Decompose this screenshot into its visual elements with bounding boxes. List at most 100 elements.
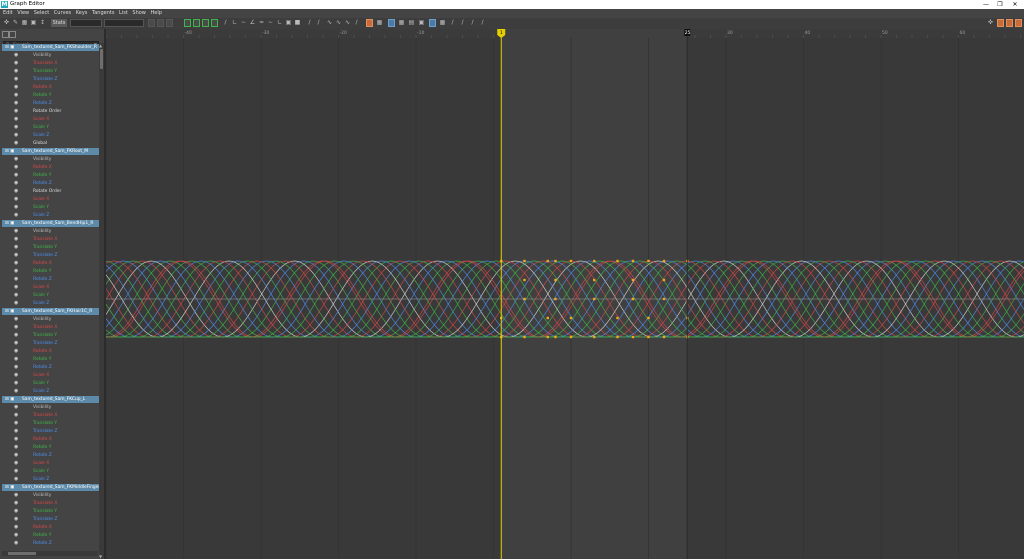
visibility-icon[interactable]: ◉: [14, 500, 18, 507]
outliner-object-row[interactable]: ⊟ ▣ Sam_textured_Sam_FKHair1C_R: [2, 308, 99, 315]
visibility-icon[interactable]: ◉: [14, 116, 18, 123]
outliner-attribute-row[interactable]: ◉ Scale Y: [2, 124, 99, 131]
outliner-attribute-row[interactable]: ◉ Rotate X: [2, 348, 99, 355]
outliner-hscrollbar[interactable]: [2, 551, 98, 556]
outliner-attribute-row[interactable]: ◉ Translate X: [2, 324, 99, 331]
restore-icon[interactable]: ❐: [993, 0, 1007, 9]
outliner-attribute-row[interactable]: ◉ Rotate X: [2, 84, 99, 91]
visibility-icon[interactable]: ◉: [14, 140, 18, 147]
visibility-icon[interactable]: ◉: [14, 124, 18, 131]
scroll-up-icon[interactable]: ▲: [99, 43, 102, 48]
visibility-icon[interactable]: ◉: [14, 388, 18, 395]
visibility-icon[interactable]: ◉: [14, 164, 18, 171]
visibility-icon[interactable]: ◉: [14, 244, 18, 251]
outliner-attribute-row[interactable]: ◉ Visibility: [2, 156, 99, 163]
outliner-attribute-row[interactable]: ◉ Scale X: [2, 196, 99, 203]
menu-help[interactable]: Help: [150, 9, 161, 18]
visibility-icon[interactable]: ◉: [14, 420, 18, 427]
region-tool-icon[interactable]: ▣: [30, 19, 37, 27]
outliner-attribute-row[interactable]: ◉ Rotate X: [2, 260, 99, 267]
visibility-icon[interactable]: ◉: [14, 268, 18, 275]
outliner-attribute-row[interactable]: ◉ Translate Y: [2, 244, 99, 251]
outliner-attribute-row[interactable]: ◉ Global: [2, 140, 99, 147]
visibility-icon[interactable]: ◉: [14, 532, 18, 539]
hscrollbar-thumb[interactable]: [8, 552, 36, 555]
outliner-attribute-row[interactable]: ◉ Translate Z: [2, 252, 99, 259]
visibility-icon[interactable]: ◉: [14, 108, 18, 115]
outliner-attribute-row[interactable]: ◉ Scale Z: [2, 212, 99, 219]
outliner-attribute-row[interactable]: ◉ Translate Y: [2, 420, 99, 427]
visibility-icon[interactable]: ◉: [14, 228, 18, 235]
flat-tangent-icon[interactable]: ∕: [222, 19, 229, 27]
outliner-attribute-row[interactable]: ◉ Scale X: [2, 372, 99, 379]
scroll-down-icon[interactable]: ▼: [99, 554, 102, 559]
visibility-icon[interactable]: ◉: [14, 340, 18, 347]
menu-curves[interactable]: Curves: [54, 9, 71, 18]
visibility-icon[interactable]: ◉: [14, 428, 18, 435]
outliner-attribute-row[interactable]: ◉ Rotate X: [2, 524, 99, 531]
visibility-icon[interactable]: ◉: [14, 348, 18, 355]
menu-keys[interactable]: Keys: [76, 9, 88, 18]
visibility-icon[interactable]: ◉: [14, 196, 18, 203]
lock-weight-icon[interactable]: ∟: [276, 19, 283, 27]
outliner-attribute-row[interactable]: ◉ Scale Y: [2, 380, 99, 387]
visibility-icon[interactable]: ◉: [14, 492, 18, 499]
expand-icon[interactable]: ⊟ ▣: [5, 220, 14, 227]
outliner-attribute-row[interactable]: ◉ Rotate Z: [2, 540, 99, 547]
visibility-icon[interactable]: ◉: [14, 180, 18, 187]
visibility-icon[interactable]: ◉: [14, 452, 18, 459]
visibility-icon[interactable]: ◉: [14, 372, 18, 379]
outliner-attribute-row[interactable]: ◉ Scale X: [2, 116, 99, 123]
linear-infinity-icon[interactable]: ∕: [353, 19, 360, 27]
normalize-icon[interactable]: ■: [294, 19, 301, 27]
plateau-tangent-icon[interactable]: ∼: [240, 19, 247, 27]
absolute-view-icon[interactable]: ▦: [398, 19, 405, 27]
expand-icon[interactable]: ⊟ ▣: [5, 396, 14, 403]
outliner-attribute-row[interactable]: ◉ Visibility: [2, 52, 99, 59]
outliner-object-row[interactable]: ⊟ ▣ Sam_textured_Sam_FKShoulder_R: [2, 44, 99, 51]
outliner-attribute-row[interactable]: ◉ Rotate Z: [2, 276, 99, 283]
outliner-attribute-row[interactable]: ◉ Translate Y: [2, 508, 99, 515]
visibility-icon[interactable]: ◉: [14, 316, 18, 323]
buffer-curve-icon[interactable]: [157, 19, 164, 27]
outliner-attribute-row[interactable]: ◉ Visibility: [2, 492, 99, 499]
clamped-tangent-icon[interactable]: [202, 19, 209, 27]
outliner-attribute-row[interactable]: ◉ Translate X: [2, 236, 99, 243]
outliner-attribute-row[interactable]: ◉ Rotate Y: [2, 268, 99, 275]
outliner-attribute-row[interactable]: ◉ Translate Z: [2, 516, 99, 523]
visibility-icon[interactable]: ◉: [14, 380, 18, 387]
visibility-icon[interactable]: ◉: [14, 68, 18, 75]
outliner-attribute-row[interactable]: ◉ Visibility: [2, 228, 99, 235]
graph-view[interactable]: -40-30-20-1010203040506070 251: [106, 29, 1024, 559]
close-icon[interactable]: ✕: [1008, 0, 1022, 9]
outliner-attribute-row[interactable]: ◉ Rotate Y: [2, 92, 99, 99]
outliner-attribute-row[interactable]: ◉ Scale Y: [2, 204, 99, 211]
outliner-attribute-row[interactable]: ◉ Translate X: [2, 412, 99, 419]
visibility-icon[interactable]: ◉: [14, 356, 18, 363]
load-selected-icon[interactable]: ▦: [376, 19, 383, 27]
outliner-attribute-row[interactable]: ◉ Rotate Order: [2, 108, 99, 115]
visibility-icon[interactable]: ◉: [14, 508, 18, 515]
visibility-icon[interactable]: ◉: [14, 364, 18, 371]
visibility-icon[interactable]: ◉: [14, 324, 18, 331]
visibility-icon[interactable]: ◉: [14, 212, 18, 219]
tangent-weight-icon[interactable]: ▣: [285, 19, 292, 27]
menu-show[interactable]: Show: [132, 9, 146, 18]
outliner-attribute-row[interactable]: ◉ Rotate Order: [2, 188, 99, 195]
pre-infinity-icon[interactable]: ∕: [306, 19, 313, 27]
outliner-attribute-row[interactable]: ◉ Scale Y: [2, 292, 99, 299]
outliner-object-row[interactable]: ⊟ ▣ Sam_textured_Sam_FKMiddleFinger1: [2, 484, 103, 491]
curve-select-icon[interactable]: [429, 19, 436, 27]
pan-icon[interactable]: ✜: [987, 19, 994, 27]
break-tangent-icon[interactable]: ∠: [249, 19, 256, 27]
outliner-attribute-row[interactable]: ◉ Translate Z: [2, 428, 99, 435]
frame-all-icon[interactable]: ▣: [418, 19, 425, 27]
expand-icon[interactable]: ⊟ ▣: [5, 44, 14, 51]
outliner-attribute-row[interactable]: ◉ Rotate Z: [2, 100, 99, 107]
outliner-attribute-row[interactable]: ◉ Rotate Y: [2, 532, 99, 539]
menu-edit[interactable]: Edit: [3, 9, 13, 18]
outliner-attribute-row[interactable]: ◉ Rotate Z: [2, 364, 99, 371]
auto-load-icon[interactable]: [366, 19, 373, 27]
outliner-attribute-row[interactable]: ◉ Translate X: [2, 500, 99, 507]
visibility-icon[interactable]: ◉: [14, 436, 18, 443]
